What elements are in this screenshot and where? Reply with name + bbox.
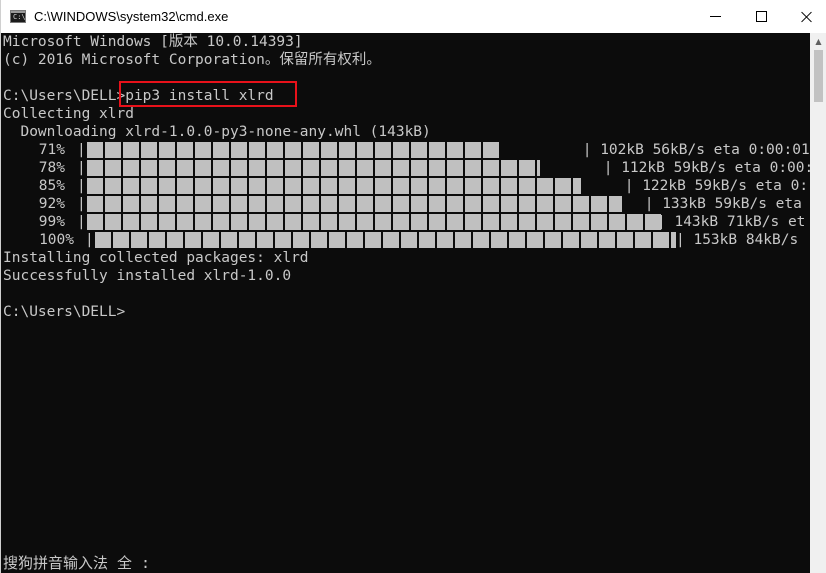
progress-stats: | 102kB 56kB/s eta 0:00:01 bbox=[574, 142, 810, 158]
progress-row: 85% | | 122kB 59kB/s eta 0: bbox=[1, 177, 810, 195]
progress-bar-start: | bbox=[77, 160, 86, 176]
command-highlight-box bbox=[119, 81, 297, 107]
progress-stats: | 112kB 59kB/s eta 0:00: bbox=[595, 160, 810, 176]
scroll-up-arrow-icon[interactable]: ▲ bbox=[810, 33, 826, 50]
progress-stats: | 153kB 84kB/s bbox=[676, 232, 799, 248]
progress-bar-start: | bbox=[77, 214, 86, 230]
console-line: (c) 2016 Microsoft Corporation。保留所有权利。 bbox=[3, 52, 381, 68]
console-line: Installing collected packages: xlrd bbox=[3, 250, 309, 266]
progress-bar-fill bbox=[87, 196, 622, 212]
title-bar[interactable]: C:\ C:\WINDOWS\system32\cmd.exe bbox=[1, 0, 826, 33]
progress-row: 71% | | 102kB 56kB/s eta 0:00:01 bbox=[1, 141, 810, 159]
progress-bar-track bbox=[87, 142, 500, 158]
console-line: Collecting xlrd bbox=[3, 106, 134, 122]
console-output[interactable]: Microsoft Windows [版本 10.0.14393] (c) 20… bbox=[1, 33, 810, 573]
minimize-button[interactable] bbox=[692, 0, 738, 33]
progress-percent: 92% bbox=[38, 196, 65, 212]
progress-bar-fill bbox=[87, 214, 662, 230]
progress-bar-fill bbox=[87, 160, 540, 176]
progress-bar-start: | bbox=[85, 232, 94, 248]
progress-bar-fill bbox=[95, 232, 676, 248]
progress-bar-fill bbox=[87, 178, 581, 194]
vertical-scrollbar[interactable]: ▲ bbox=[810, 33, 826, 573]
progress-bar-track bbox=[87, 214, 662, 230]
progress-bar-track bbox=[95, 232, 676, 248]
window-title: C:\WINDOWS\system32\cmd.exe bbox=[34, 9, 229, 24]
maximize-button[interactable] bbox=[738, 0, 784, 33]
console-line: Microsoft Windows [版本 10.0.14393] bbox=[3, 34, 303, 50]
progress-bar-start: | bbox=[77, 178, 86, 194]
progress-percent: 100% bbox=[39, 232, 74, 248]
progress-percent: 71% bbox=[38, 142, 65, 158]
progress-row: 99% | | 143kB 71kB/s et bbox=[1, 213, 810, 231]
progress-stats: | 122kB 59kB/s eta 0: bbox=[616, 178, 809, 194]
progress-stats: | 143kB 71kB/s et bbox=[657, 214, 806, 230]
progress-bar-track bbox=[87, 178, 581, 194]
console-line: Downloading xlrd-1.0.0-py3-none-any.whl … bbox=[3, 124, 431, 140]
maximize-icon bbox=[755, 11, 767, 22]
progress-bar-start: | bbox=[77, 142, 86, 158]
prompt-line: C:\Users\DELL> bbox=[3, 304, 126, 320]
progress-percent: 99% bbox=[38, 214, 65, 230]
close-button[interactable] bbox=[784, 0, 826, 33]
progress-row: 78% | | 112kB 59kB/s eta 0:00: bbox=[1, 159, 810, 177]
cmd-app-icon-label: C:\ bbox=[13, 13, 26, 21]
progress-bar-track bbox=[87, 160, 540, 176]
progress-bar-fill bbox=[87, 142, 500, 158]
progress-row: 100% | | 153kB 84kB/s bbox=[1, 231, 810, 249]
progress-row: 92% | | 133kB 59kB/s eta bbox=[1, 195, 810, 213]
progress-percent: 85% bbox=[38, 178, 65, 194]
cmd-window: C:\ C:\WINDOWS\system32\cmd.exe Microsof… bbox=[0, 0, 826, 573]
ime-status-bar: 搜狗拼音输入法 全 : bbox=[3, 554, 151, 572]
scroll-thumb[interactable] bbox=[814, 50, 823, 102]
minimize-icon bbox=[709, 16, 721, 17]
console-line: Successfully installed xlrd-1.0.0 bbox=[3, 268, 292, 284]
progress-bar-track bbox=[87, 196, 622, 212]
close-icon bbox=[801, 11, 813, 23]
cmd-app-icon[interactable]: C:\ bbox=[10, 10, 26, 23]
progress-percent: 78% bbox=[38, 160, 65, 176]
progress-stats: | 133kB 59kB/s eta bbox=[636, 196, 802, 212]
progress-bar-start: | bbox=[77, 196, 86, 212]
